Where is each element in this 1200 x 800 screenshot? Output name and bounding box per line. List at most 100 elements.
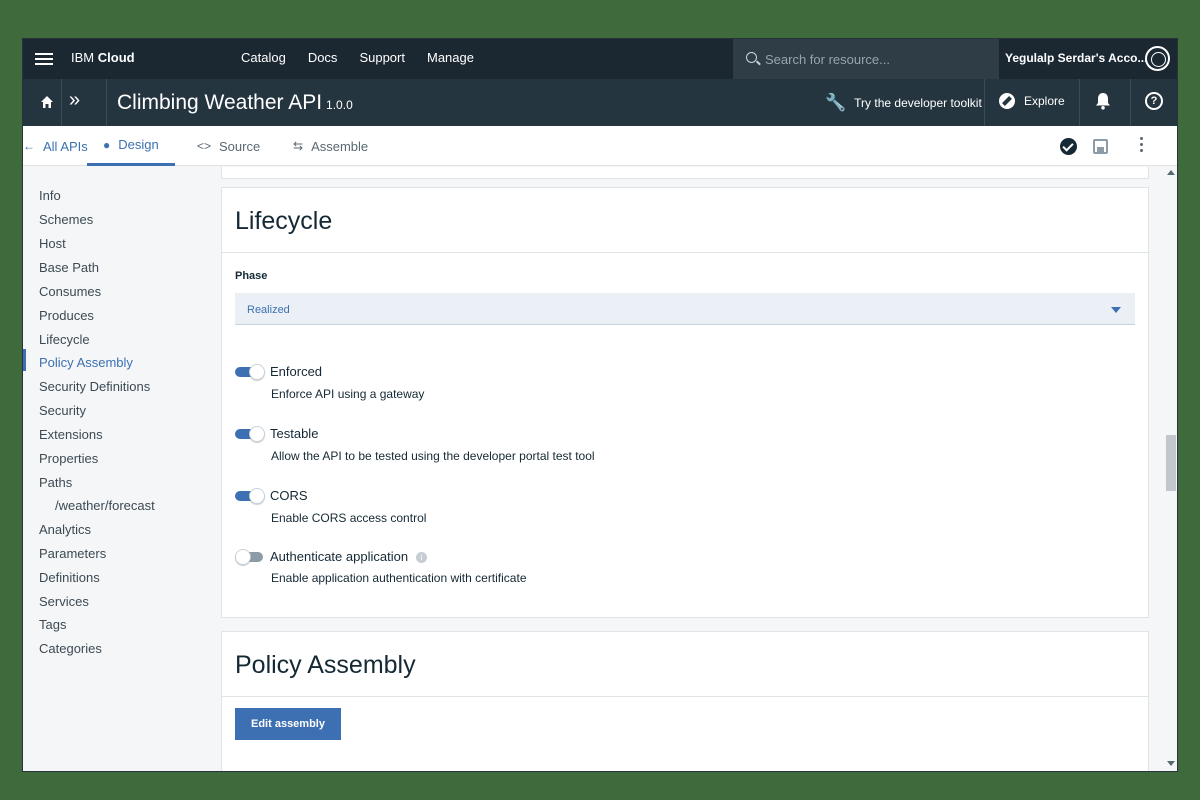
- brand-name: Cloud: [97, 50, 135, 65]
- divider: [222, 252, 1148, 253]
- developer-toolkit-button[interactable]: 🔧 Try the developer toolkit: [825, 93, 982, 113]
- sidebar-item-base-path[interactable]: Base Path: [39, 260, 99, 275]
- enforced-label: Enforced: [270, 364, 323, 379]
- bell-icon[interactable]: [1095, 92, 1111, 110]
- api-version: 1.0.0: [326, 98, 353, 112]
- home-icon[interactable]: [33, 88, 61, 116]
- help-icon[interactable]: ?: [1145, 92, 1163, 110]
- account-name[interactable]: Yegulalp Serdar's Acco...: [1005, 51, 1147, 65]
- edit-assembly-button[interactable]: Edit assembly: [235, 708, 341, 740]
- authenticate-application-description: Enable application authentication with c…: [271, 571, 527, 585]
- caret-down-icon: [1111, 307, 1121, 313]
- sidebar-item-parameters[interactable]: Parameters: [39, 546, 106, 561]
- sidebar-item-extensions[interactable]: Extensions: [39, 427, 103, 442]
- scroll-up-icon[interactable]: [1167, 170, 1175, 175]
- previous-card: [221, 167, 1149, 179]
- testable-toggle[interactable]: [235, 426, 265, 442]
- divider: [1079, 79, 1080, 126]
- cors-description: Enable CORS access control: [271, 511, 427, 525]
- tab-assemble[interactable]: ⇆ Assemble: [293, 126, 368, 166]
- arrow-left-icon: ←: [23, 139, 35, 153]
- phase-value: Realized: [247, 304, 290, 316]
- tab-design[interactable]: ● Design: [87, 126, 175, 166]
- search-input[interactable]: [765, 49, 985, 69]
- brand-prefix: IBM: [71, 50, 95, 65]
- testable-description: Allow the API to be tested using the dev…: [271, 449, 595, 463]
- explore-label: Explore: [1024, 94, 1065, 108]
- sidebar-item-weather-forecast[interactable]: /weather/forecast: [55, 498, 155, 513]
- sidebar-item-tags[interactable]: Tags: [39, 617, 66, 632]
- authenticate-application-label: Authenticate application i: [270, 549, 428, 564]
- sidebar-item-definitions[interactable]: Definitions: [39, 570, 100, 585]
- enforced-description: Enforce API using a gateway: [271, 387, 425, 401]
- policy-assembly-title: Policy Assembly: [235, 651, 416, 679]
- wrench-icon: 🔧: [825, 93, 847, 112]
- tab-source-label: Source: [219, 138, 261, 154]
- sidebar-item-security[interactable]: Security: [39, 403, 86, 418]
- api-title-bar: » Climbing Weather API 1.0.0 🔧 Try the de…: [23, 79, 1177, 126]
- main-content: Lifecycle Phase Realized Enforced Enforc…: [221, 167, 1163, 771]
- sidebar-item-host[interactable]: Host: [39, 236, 66, 251]
- back-all-apis-link[interactable]: ← All APIs: [23, 126, 88, 166]
- tab-design-label: Design: [118, 137, 159, 152]
- app-window: IBM Cloud Catalog Docs Support Manage Ye…: [22, 38, 1178, 772]
- sidebar-item-security-definitions[interactable]: Security Definitions: [39, 379, 150, 394]
- divider: [1130, 79, 1131, 126]
- sidebar: Info Schemes Host Base Path Consumes Pro…: [23, 167, 221, 771]
- top-nav: IBM Cloud Catalog Docs Support Manage Ye…: [23, 39, 1177, 79]
- brand-logo[interactable]: IBM Cloud: [71, 50, 135, 65]
- api-name: Climbing Weather API: [117, 91, 323, 114]
- tab-assemble-label: Assemble: [311, 138, 369, 154]
- assemble-icon: ⇆: [293, 139, 304, 153]
- back-label: All APIs: [43, 138, 88, 154]
- compass-icon: [999, 93, 1015, 109]
- validate-check-icon[interactable]: [1060, 138, 1077, 155]
- lifecycle-card: Lifecycle Phase Realized Enforced Enforc…: [221, 187, 1149, 618]
- authenticate-application-text: Authenticate application: [270, 549, 409, 564]
- policy-assembly-card: Policy Assembly Edit assembly: [221, 631, 1149, 771]
- nav-link-catalog[interactable]: Catalog: [241, 50, 286, 65]
- scrollbar[interactable]: [1163, 167, 1177, 771]
- divider: [106, 79, 107, 126]
- divider: [222, 696, 1148, 697]
- active-item-marker: [23, 349, 26, 371]
- search-box[interactable]: [733, 39, 999, 79]
- palette-icon: ●: [103, 137, 111, 152]
- save-icon[interactable]: [1093, 139, 1108, 154]
- cors-toggle[interactable]: [235, 488, 265, 504]
- lifecycle-title: Lifecycle: [235, 207, 333, 235]
- info-icon[interactable]: i: [416, 552, 428, 564]
- sidebar-item-paths[interactable]: Paths: [39, 475, 72, 490]
- hamburger-menu-icon[interactable]: [35, 50, 53, 68]
- search-icon: [746, 52, 757, 63]
- explore-button[interactable]: Explore: [999, 93, 1065, 109]
- nav-link-manage[interactable]: Manage: [427, 50, 474, 65]
- sidebar-item-produces[interactable]: Produces: [39, 308, 94, 323]
- user-avatar-icon[interactable]: [1145, 46, 1170, 71]
- sidebar-item-consumes[interactable]: Consumes: [39, 284, 101, 299]
- cors-label: CORS: [270, 488, 308, 503]
- sidebar-item-analytics[interactable]: Analytics: [39, 522, 91, 537]
- scroll-down-icon[interactable]: [1167, 761, 1175, 766]
- overflow-menu-icon[interactable]: [1140, 137, 1144, 155]
- authenticate-application-toggle[interactable]: [235, 549, 265, 565]
- enforced-toggle[interactable]: [235, 364, 265, 380]
- phase-select[interactable]: Realized: [235, 293, 1135, 325]
- api-title: Climbing Weather API 1.0.0: [117, 91, 353, 115]
- scroll-thumb[interactable]: [1166, 435, 1176, 491]
- sidebar-item-services[interactable]: Services: [39, 594, 89, 609]
- nav-link-support[interactable]: Support: [359, 50, 405, 65]
- sidebar-item-policy-assembly[interactable]: Policy Assembly: [39, 355, 133, 370]
- code-icon: <>: [197, 139, 212, 153]
- sidebar-item-schemes[interactable]: Schemes: [39, 212, 93, 227]
- tab-bar: ← All APIs ● Design <> Source ⇆ Assemble: [23, 126, 1177, 166]
- sidebar-item-info[interactable]: Info: [39, 188, 61, 203]
- expand-chevron-icon[interactable]: »: [69, 89, 80, 112]
- sidebar-item-lifecycle[interactable]: Lifecycle: [39, 332, 90, 347]
- divider: [61, 79, 62, 126]
- sidebar-item-properties[interactable]: Properties: [39, 451, 98, 466]
- nav-links: Catalog Docs Support Manage: [241, 50, 496, 65]
- sidebar-item-categories[interactable]: Categories: [39, 641, 102, 656]
- tab-source[interactable]: <> Source: [197, 126, 260, 166]
- nav-link-docs[interactable]: Docs: [308, 50, 338, 65]
